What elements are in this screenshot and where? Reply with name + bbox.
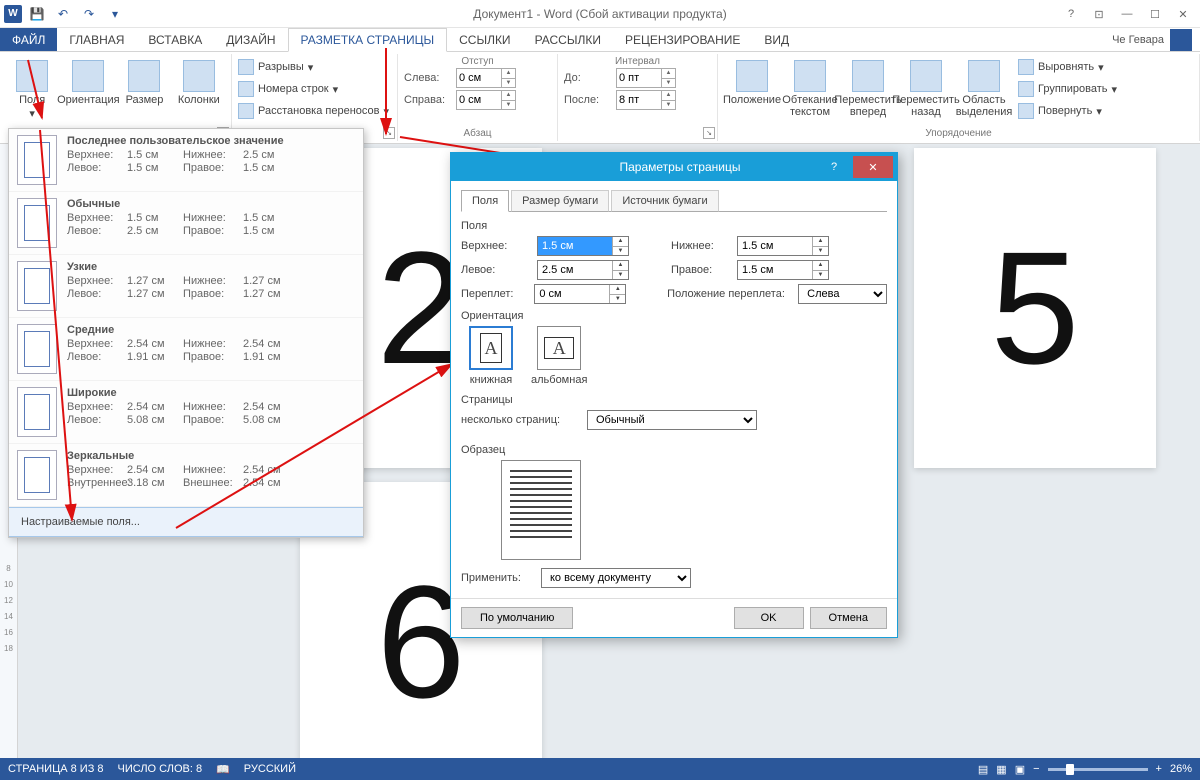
- minimize-icon[interactable]: —: [1114, 4, 1140, 24]
- gutter-input[interactable]: ▲▼: [534, 284, 626, 304]
- dialog-titlebar[interactable]: Параметры страницы ? ✕: [451, 153, 897, 181]
- orientation-portrait[interactable]: Aкнижная: [469, 326, 513, 386]
- indent-left-input[interactable]: ▲▼: [456, 68, 516, 88]
- page-setup-dialog: Параметры страницы ? ✕ Поля Размер бумаг…: [450, 152, 898, 638]
- dialog-tab-paper[interactable]: Размер бумаги: [511, 190, 609, 212]
- word-app-icon: W: [4, 5, 22, 23]
- dialog-tab-margins[interactable]: Поля: [461, 190, 509, 212]
- zoom-in-icon[interactable]: +: [1156, 763, 1162, 775]
- ribbon-options-icon[interactable]: ⊡: [1086, 4, 1112, 24]
- avatar[interactable]: [1170, 29, 1192, 51]
- status-bar: СТРАНИЦА 8 ИЗ 8 ЧИСЛО СЛОВ: 8 📖 РУССКИЙ …: [0, 758, 1200, 780]
- margin-top-input[interactable]: ▲▼: [537, 236, 629, 256]
- size-button[interactable]: Размер: [118, 56, 170, 124]
- view-print-icon[interactable]: ▤: [978, 763, 988, 776]
- tab-review[interactable]: РЕЦЕНЗИРОВАНИЕ: [613, 28, 752, 51]
- dialog-help-icon[interactable]: ?: [819, 156, 849, 178]
- default-button[interactable]: По умолчанию: [461, 607, 573, 629]
- rotate-button[interactable]: Повернуть ▾: [1018, 100, 1117, 122]
- group-button[interactable]: Группировать ▾: [1018, 78, 1117, 100]
- window-title: Документ1 - Word (Сбой активации продукт…: [473, 7, 726, 21]
- indent-right-input[interactable]: ▲▼: [456, 90, 516, 110]
- cancel-button[interactable]: Отмена: [810, 607, 887, 629]
- ribbon-tabs: ФАЙЛ ГЛАВНАЯ ВСТАВКА ДИЗАЙН РАЗМЕТКА СТР…: [0, 28, 1200, 52]
- tab-file[interactable]: ФАЙЛ: [0, 28, 57, 51]
- paragraph-launcher-icon[interactable]: ↘: [703, 127, 715, 139]
- titlebar: W 💾 ↶ ↷ ▾ Документ1 - Word (Сбой активац…: [0, 0, 1200, 28]
- position-button[interactable]: Положение: [724, 56, 780, 124]
- preview-thumbnail: [501, 460, 581, 560]
- tab-references[interactable]: ССЫЛКИ: [447, 28, 522, 51]
- tab-design[interactable]: ДИЗАЙН: [214, 28, 287, 51]
- tab-mailings[interactable]: РАССЫЛКИ: [523, 28, 613, 51]
- pages-section-label: Страницы: [461, 394, 887, 406]
- columns-button[interactable]: Колонки: [173, 56, 225, 124]
- tab-home[interactable]: ГЛАВНАЯ: [57, 28, 136, 51]
- spacing-header: Интервал: [564, 56, 711, 67]
- zoom-level[interactable]: 26%: [1170, 763, 1192, 775]
- margins-button[interactable]: Поля▾: [6, 56, 58, 124]
- indent-header: Отступ: [404, 56, 551, 67]
- selection-pane-button[interactable]: Область выделения: [956, 56, 1012, 124]
- ok-button[interactable]: OK: [734, 607, 804, 629]
- qat-more-icon[interactable]: ▾: [104, 3, 126, 25]
- orientation-landscape[interactable]: Aальбомная: [531, 326, 587, 386]
- breaks-button[interactable]: Разрывы ▾: [238, 56, 391, 78]
- orientation-button[interactable]: Ориентация: [60, 56, 116, 124]
- wrap-text-button[interactable]: Обтекание текстом: [782, 56, 838, 124]
- status-proofing-icon[interactable]: 📖: [216, 763, 230, 776]
- gutter-position-select[interactable]: Слева: [798, 284, 887, 304]
- custom-margins-item[interactable]: Настраиваемые поля...: [9, 507, 363, 537]
- line-numbers-button[interactable]: Номера строк ▾: [238, 78, 391, 100]
- margins-preset-item[interactable]: ШирокиеВерхнее:2.54 смНижнее:2.54 смЛево…: [9, 381, 363, 444]
- redo-icon[interactable]: ↷: [78, 3, 100, 25]
- align-button[interactable]: Выровнять ▾: [1018, 56, 1117, 78]
- dialog-close-icon[interactable]: ✕: [853, 156, 893, 178]
- margins-dropdown: Последнее пользовательское значениеВерхн…: [8, 128, 364, 538]
- bring-forward-button[interactable]: Переместить вперед: [840, 56, 896, 124]
- page-5[interactable]: 5: [914, 148, 1156, 468]
- margin-bottom-input[interactable]: ▲▼: [737, 236, 829, 256]
- status-language[interactable]: РУССКИЙ: [244, 763, 296, 775]
- apply-to-select[interactable]: ко всему документу: [541, 568, 691, 588]
- status-page[interactable]: СТРАНИЦА 8 ИЗ 8: [8, 763, 104, 775]
- page-setup-launcher2-icon[interactable]: ↘: [383, 127, 395, 139]
- zoom-out-icon[interactable]: −: [1033, 763, 1039, 775]
- view-web-icon[interactable]: ▣: [1015, 763, 1025, 776]
- undo-icon[interactable]: ↶: [52, 3, 74, 25]
- maximize-icon[interactable]: ☐: [1142, 4, 1168, 24]
- multiple-pages-select[interactable]: Обычный: [587, 410, 757, 430]
- tab-page-layout[interactable]: РАЗМЕТКА СТРАНИЦЫ: [288, 28, 448, 52]
- margins-preset-item[interactable]: ОбычныеВерхнее:1.5 смНижнее:1.5 смЛевое:…: [9, 192, 363, 255]
- margins-section-label: Поля: [461, 220, 887, 232]
- hyphenation-button[interactable]: Расстановка переносов ▾: [238, 100, 391, 122]
- status-words[interactable]: ЧИСЛО СЛОВ: 8: [118, 763, 203, 775]
- view-read-icon[interactable]: ▦: [996, 763, 1006, 776]
- orientation-section-label: Ориентация: [461, 310, 887, 322]
- quick-access-toolbar: W 💾 ↶ ↷ ▾: [0, 3, 126, 25]
- margins-preset-item[interactable]: СредниеВерхнее:2.54 смНижнее:2.54 смЛево…: [9, 318, 363, 381]
- spacing-after-input[interactable]: ▲▼: [616, 90, 676, 110]
- help-icon[interactable]: ?: [1058, 4, 1084, 24]
- margins-preset-item[interactable]: УзкиеВерхнее:1.27 смНижнее:1.27 смЛевое:…: [9, 255, 363, 318]
- save-icon[interactable]: 💾: [26, 3, 48, 25]
- user-name: Че Гевара: [1112, 34, 1164, 46]
- margin-right-input[interactable]: ▲▼: [737, 260, 829, 280]
- paragraph-group-label: Абзац: [398, 128, 557, 139]
- dialog-tab-source[interactable]: Источник бумаги: [611, 190, 718, 212]
- close-icon[interactable]: ✕: [1170, 4, 1196, 24]
- preview-section-label: Образец: [461, 444, 887, 456]
- margin-left-input[interactable]: ▲▼: [537, 260, 629, 280]
- margins-preset-item[interactable]: ЗеркальныеВерхнее:2.54 смНижнее:2.54 смВ…: [9, 444, 363, 507]
- send-backward-button[interactable]: Переместить назад: [898, 56, 954, 124]
- margins-preset-item[interactable]: Последнее пользовательское значениеВерхн…: [9, 129, 363, 192]
- arrange-group-label: Упорядочение: [718, 128, 1199, 139]
- tab-insert[interactable]: ВСТАВКА: [136, 28, 214, 51]
- spacing-before-input[interactable]: ▲▼: [616, 68, 676, 88]
- tab-view[interactable]: ВИД: [752, 28, 801, 51]
- user-area[interactable]: Че Гевара: [1112, 28, 1200, 51]
- zoom-slider[interactable]: [1048, 768, 1148, 771]
